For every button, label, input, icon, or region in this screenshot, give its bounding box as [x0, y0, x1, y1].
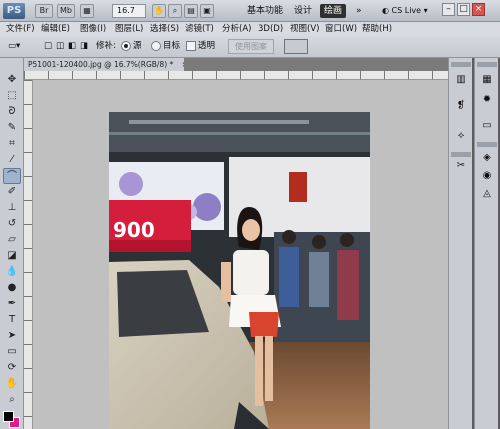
add-selection-icon[interactable]: ◫	[56, 40, 64, 53]
vertical-ruler[interactable]	[24, 80, 33, 429]
move-tool-icon[interactable]: ✥	[3, 72, 21, 88]
menu-image[interactable]: 图像(I)	[80, 22, 106, 36]
tool-preset-picker[interactable]: ▭▾	[8, 40, 20, 53]
arrange-documents-button[interactable]: ▤	[184, 4, 198, 18]
options-bar: ▭▾ □ ◫ ◧ ◨ 修补: 源 目标 透明 使用图案	[0, 36, 500, 58]
menu-filter[interactable]: 滤镜(T)	[185, 22, 214, 36]
patch-tool-icon[interactable]: ⌒	[3, 168, 21, 184]
menu-bar: 文件(F) 编辑(E) 图像(I) 图层(L) 选择(S) 滤镜(T) 分析(A…	[0, 22, 500, 36]
layers-panel-icon[interactable]: ◈	[478, 150, 496, 166]
intersect-selection-icon[interactable]: ◨	[80, 40, 88, 53]
workspace-design[interactable]: 设计	[290, 4, 316, 18]
transparent-checkbox[interactable]	[186, 41, 196, 51]
menu-layer[interactable]: 图层(L)	[115, 22, 143, 36]
cs-live-menu[interactable]: ◐ CS Live ▾	[382, 4, 428, 18]
close-tab-icon[interactable]: ×	[182, 60, 184, 69]
path-select-tool-icon[interactable]: ➤	[3, 328, 21, 344]
workspace-essentials[interactable]: 基本功能	[243, 4, 287, 18]
brush-presets-panel-icon[interactable]: ⟡	[452, 128, 470, 144]
crop-tool-icon[interactable]: ⌗	[3, 136, 21, 152]
transparent-label: 透明	[198, 41, 216, 51]
lasso-tool-icon[interactable]: ᘐ	[3, 104, 21, 120]
menu-analysis[interactable]: 分析(A)	[222, 22, 251, 36]
horizontal-ruler[interactable]	[24, 71, 448, 80]
view-extras-button[interactable]: ▦	[80, 4, 94, 18]
history-panel-icon[interactable]: ▥	[452, 72, 470, 88]
dock-grip[interactable]	[477, 62, 497, 67]
document-tab[interactable]: P51001-120400.jpg @ 16.7%(RGB/8) * ×	[24, 58, 184, 71]
pattern-picker[interactable]	[284, 39, 308, 54]
document-image[interactable]: 900	[33, 80, 448, 429]
masks-panel-icon[interactable]: ▭	[478, 118, 496, 134]
panel-column-2: ▦ ✹ ▭ ◈ ◉ ◬	[474, 58, 498, 429]
target-radio[interactable]	[151, 41, 161, 51]
photoshop-logo: PS	[3, 3, 25, 19]
menu-view[interactable]: 视图(V)	[290, 22, 319, 36]
source-label: 源	[133, 41, 142, 51]
menu-edit[interactable]: 编辑(E)	[41, 22, 70, 36]
bridge-button[interactable]: Br	[35, 4, 53, 18]
dodge-tool-icon[interactable]: ●	[3, 280, 21, 296]
actions-panel-icon[interactable]: ❡	[452, 98, 470, 114]
cs-live-icon: ◐	[382, 6, 389, 15]
menu-select[interactable]: 选择(S)	[150, 22, 179, 36]
blur-tool-icon[interactable]: 💧	[3, 264, 21, 280]
3d-rotate-tool-icon[interactable]: ⟳	[3, 360, 21, 376]
brush-tool-icon[interactable]: ✐	[3, 184, 21, 200]
new-selection-icon[interactable]: □	[44, 40, 52, 53]
menu-file[interactable]: 文件(F)	[6, 22, 35, 36]
menu-window[interactable]: 窗口(W)	[325, 22, 357, 36]
target-label: 目标	[163, 41, 181, 51]
document-tab-bar: P51001-120400.jpg @ 16.7%(RGB/8) * ×	[24, 58, 448, 71]
clone-stamp-tool-icon[interactable]: ⊥	[3, 200, 21, 216]
shape-tool-icon[interactable]: ▭	[3, 344, 21, 360]
menu-help[interactable]: 帮助(H)	[362, 22, 392, 36]
tools-panel: ✥ ⬚ ᘐ ✎ ⌗ ⁄ ⌒ ✐ ⊥ ↺ ▱ ◪ 💧 ● ✒ T ➤ ▭ ⟳ ✋ …	[0, 58, 24, 429]
source-radio[interactable]	[121, 41, 131, 51]
zoom-level-field[interactable]: 16.7	[112, 4, 146, 18]
type-tool-icon[interactable]: T	[3, 312, 21, 328]
dock-grip[interactable]	[451, 62, 471, 67]
close-window-button[interactable]: ×	[472, 3, 485, 16]
foreground-color-swatch[interactable]	[3, 411, 14, 422]
clone-source-panel-icon[interactable]: ✂	[452, 158, 470, 174]
menu-3d[interactable]: 3D(D)	[258, 22, 283, 36]
paths-panel-icon[interactable]: ◬	[478, 186, 496, 202]
use-pattern-button[interactable]: 使用图案	[228, 39, 274, 54]
subtract-selection-icon[interactable]: ◧	[68, 40, 76, 53]
eraser-tool-icon[interactable]: ▱	[3, 232, 21, 248]
channels-panel-icon[interactable]: ◉	[478, 168, 496, 184]
adjustments-panel-icon[interactable]: ✹	[478, 92, 496, 108]
minimize-button[interactable]: –	[442, 3, 455, 16]
quick-select-tool-icon[interactable]: ✎	[3, 120, 21, 136]
pen-tool-icon[interactable]: ✒	[3, 296, 21, 312]
workspace-painting[interactable]: 绘画	[320, 4, 347, 18]
history-brush-tool-icon[interactable]: ↺	[3, 216, 21, 232]
eyedropper-tool-icon[interactable]: ⁄	[3, 152, 21, 168]
marquee-tool-icon[interactable]: ⬚	[3, 88, 21, 104]
mini-bridge-button[interactable]: Mb	[57, 4, 75, 18]
title-bar: PS Br Mb ▦ 16.7 ✋ ⌕ ▤ ▣ 基本功能 设计 绘画 » ◐ C…	[0, 0, 500, 22]
canvas-area[interactable]: 900	[33, 80, 448, 429]
dock-grip[interactable]	[477, 142, 497, 147]
hand-tool-button[interactable]: ✋	[152, 4, 166, 18]
swatches-panel-icon[interactable]: ▦	[478, 72, 496, 88]
panel-dock: ▥ ❡ ⟡ ✂ ▦ ✹ ▭ ◈ ◉ ◬	[448, 58, 500, 429]
panel-column-1: ▥ ❡ ⟡ ✂	[448, 58, 472, 429]
gradient-tool-icon[interactable]: ◪	[3, 248, 21, 264]
zoom-tool-icon[interactable]: ⌕	[3, 392, 21, 408]
svg-text:900: 900	[113, 218, 155, 242]
screen-mode-button[interactable]: ▣	[200, 4, 214, 18]
zoom-tool-button[interactable]: ⌕	[168, 4, 182, 18]
more-workspaces-button[interactable]: »	[352, 4, 366, 18]
repair-label: 修补:	[96, 41, 116, 51]
maximize-button[interactable]: □	[457, 3, 470, 16]
dock-grip[interactable]	[451, 152, 471, 157]
hand-tool-icon[interactable]: ✋	[3, 376, 21, 392]
